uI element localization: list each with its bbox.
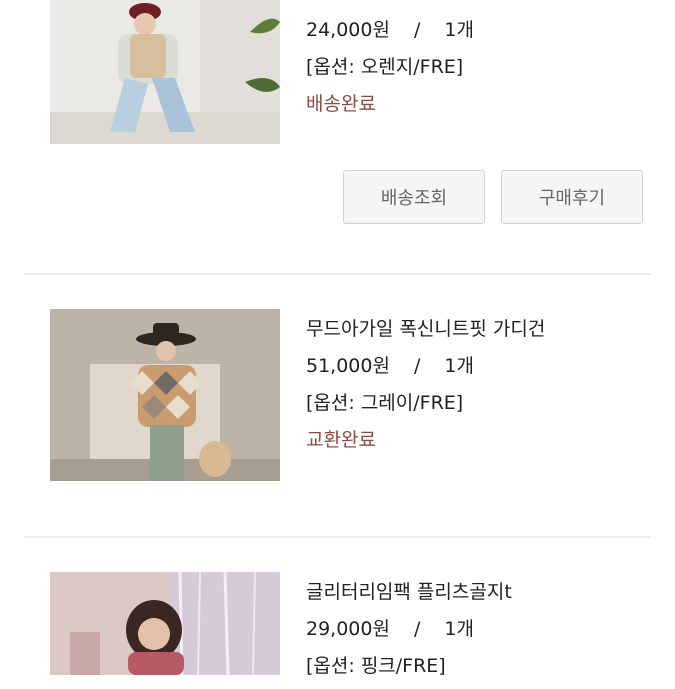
product-photo-pink-knit	[50, 572, 280, 675]
product-thumbnail[interactable]	[50, 572, 280, 675]
write-review-button[interactable]: 구매후기	[501, 170, 643, 224]
order-price-quantity: 24,000원 / 1개	[306, 16, 474, 53]
order-option: [옵션: 그레이/FRE]	[306, 392, 464, 414]
product-photo-orange-knit	[50, 0, 280, 144]
order-price-quantity: 51,000원 / 1개	[306, 352, 545, 389]
order-option: [옵션: 핑크/FRE]	[306, 655, 446, 677]
quantity: 1개	[444, 355, 474, 377]
price: 29,000원	[306, 618, 390, 640]
price: 24,000원	[306, 19, 390, 41]
quantity: 1개	[444, 618, 474, 640]
track-delivery-button[interactable]: 배송조회	[343, 170, 485, 224]
product-name[interactable]: 글리터리임팩 플리츠골지t	[306, 578, 512, 615]
order-status: 교환완료	[306, 429, 376, 451]
order-option: [옵션: 오렌지/FRE]	[306, 56, 464, 78]
separator: /	[413, 618, 421, 640]
order-price-quantity: 29,000원 / 1개	[306, 615, 512, 652]
product-name[interactable]: 무드아가일 폭신니트핏 가디건	[306, 315, 545, 352]
order-divider	[24, 273, 651, 275]
order-actions: 배송조회 구매후기	[0, 170, 675, 226]
product-photo-argyle-cardigan	[50, 309, 280, 481]
order-divider	[24, 536, 651, 538]
quantity: 1개	[444, 19, 474, 41]
separator: /	[413, 355, 421, 377]
order-status: 배송완료	[306, 93, 376, 115]
separator: /	[413, 19, 421, 41]
price: 51,000원	[306, 355, 390, 377]
product-thumbnail[interactable]	[50, 0, 280, 144]
product-thumbnail[interactable]	[50, 309, 280, 481]
